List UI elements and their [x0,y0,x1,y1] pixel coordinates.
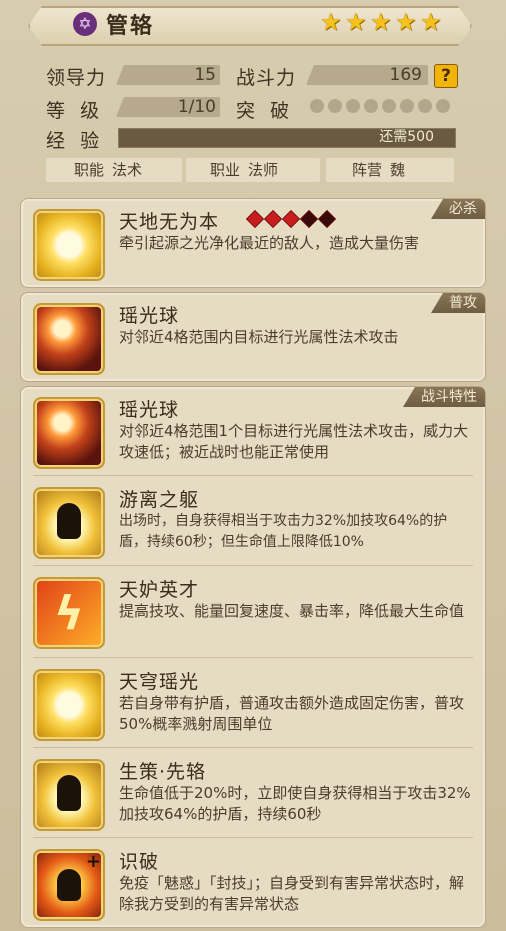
breakthrough-dot [418,99,432,113]
star-icon: ★ [420,8,442,36]
skill-name: 天地无为本 [119,211,220,233]
hero-name: 管辂 [106,14,155,39]
trait-desc: 对邻近4格范围1个目标进行光属性法术攻击，威力大攻速低；被近战时也能正常使用 [119,422,469,461]
leadership-label: 领导力 [46,67,107,89]
trait-item[interactable]: 游离之躯 出场时，自身获得相当于攻击力32%加技攻64%的护盾，持续60秒；但生… [33,487,473,559]
power-value: 169 [389,65,422,85]
leadership-value: 15 [194,65,216,85]
level-value: 1/10 [177,97,216,117]
trait-item[interactable]: ϟ 天妒英才 提高技攻、能量回复速度、暴击率，降低最大生命值 [33,577,473,649]
red-gem-icon [281,209,301,229]
breakthrough-dots [310,99,450,113]
trait-desc: 生命值低于20%时，立即使自身获得相当于攻击32%加技攻64%的护盾，持续60秒 [119,784,471,823]
tag-function-label: 职能 [74,161,105,179]
trait-name: 天穹瑶光 [119,671,200,693]
skill-ultimate[interactable]: 天地无为本 牵引起源之光净化最近的敌人，造成大量伤害 [33,209,473,281]
breakthrough-dot [328,99,342,113]
help-icon[interactable]: ? [434,64,458,88]
power-label: 战斗力 [236,67,297,89]
skill-desc: 牵引起源之光净化最近的敌人，造成大量伤害 [119,234,420,252]
lightning-icon: ϟ [33,577,105,649]
divider [33,475,473,476]
trait-item[interactable]: 天穹瑶光 若自身带有护盾，普通攻击额外造成固定伤害，普攻50%概率溅射周围单位 [33,669,473,741]
star-icon: ★ [395,8,417,36]
trait-name: 生策·先辂 [119,761,207,783]
plus-icon: + [85,851,101,872]
purple-star-badge-icon: ✡ [73,12,97,36]
skill-desc: 对邻近4格范围内目标进行光属性法术攻击 [119,328,399,346]
radiant-light-icon [33,209,105,281]
breakthrough-label: 突 破 [236,100,291,122]
dispel-burst-icon: + [33,849,105,921]
breakthrough-dot [346,99,360,113]
trait-name: 游离之躯 [119,489,200,511]
red-gem-icon [245,209,265,229]
trait-desc: 免疫「魅惑」「封技」；自身受到有害异常状态时，解除我方受到的有害异常状态 [119,874,465,913]
tag-function-value: 法术 [112,161,143,179]
star-icon: ★ [345,8,367,36]
radiant-light-icon [33,669,105,741]
trait-item[interactable]: 瑶光球 对邻近4格范围1个目标进行光属性法术攻击，威力大攻速低；被近战时也能正常… [33,397,473,469]
star-icon: ★ [320,8,342,36]
tag-faction: 阵营魏 [326,158,454,182]
dark-gem-icon [317,209,337,229]
breakthrough-dot [400,99,414,113]
dark-gem-icon [299,209,319,229]
tag-faction-label: 阵营 [352,161,383,179]
tag-class-label: 职业 [210,161,241,179]
tag-class: 职业 法师 [186,158,320,182]
star-rating: ★ ★ ★ ★ ★ [320,10,444,34]
exp-remaining: 还需500 [379,129,434,145]
trait-name: 识破 [119,851,160,873]
trait-desc: 若自身带有护盾，普通攻击额外造成固定伤害，普攻50%概率溅射周围单位 [119,694,465,733]
trait-name: 天妒英才 [119,579,200,601]
breakthrough-dot [364,99,378,113]
divider [33,837,473,838]
trait-desc: 提高技攻、能量回复速度、暴击率，降低最大生命值 [119,602,465,620]
tag-function: 职能 法术 [46,158,182,182]
breakthrough-dot [436,99,450,113]
skill-normal[interactable]: 瑶光球 对邻近4格范围内目标进行光属性法术攻击 [33,303,473,375]
normal-attack-panel: 普攻 瑶光球 对邻近4格范围内目标进行光属性法术攻击 [20,292,486,382]
trait-desc: 出场时，自身获得相当于攻击力32%加技攻64%的护盾，持续60秒；但生命值上限降… [119,513,448,550]
breakthrough-dot [382,99,396,113]
star-icon: ★ [370,8,392,36]
trait-item[interactable]: + 识破 免疫「魅惑」「封技」；自身受到有害异常状态时，解除我方受到的有害异常状… [33,849,473,921]
red-gem-icon [263,209,283,229]
breakthrough-dot [310,99,324,113]
trait-name: 瑶光球 [119,399,180,421]
tag-class-value: 法师 [248,161,279,179]
light-orb-icon [33,303,105,375]
shadow-figure-icon [33,759,105,831]
ultimate-skill-panel: 必杀 天地无为本 牵引起源之光净化最近的敌人，造成大量伤害 [20,198,486,288]
exp-label: 经 验 [46,130,101,152]
trait-item[interactable]: 生策·先辂 生命值低于20%时，立即使自身获得相当于攻击32%加技攻64%的护盾… [33,759,473,831]
gem-rating [245,209,337,229]
divider [33,747,473,748]
hero-detail-page: ✡ 管辂 ★ ★ ★ ★ ★ 领导力 15 战斗力 169 ? 等 级 1/10… [0,0,506,931]
tag-faction-value: 魏 [390,161,406,179]
divider [33,657,473,658]
skill-name: 瑶光球 [119,305,180,327]
battle-traits-panel: 战斗特性 瑶光球 对邻近4格范围1个目标进行光属性法术攻击，威力大攻速低；被近战… [20,386,486,928]
divider [33,565,473,566]
shadow-figure-icon [33,487,105,559]
light-orb-icon [33,397,105,469]
level-label: 等 级 [46,100,101,122]
